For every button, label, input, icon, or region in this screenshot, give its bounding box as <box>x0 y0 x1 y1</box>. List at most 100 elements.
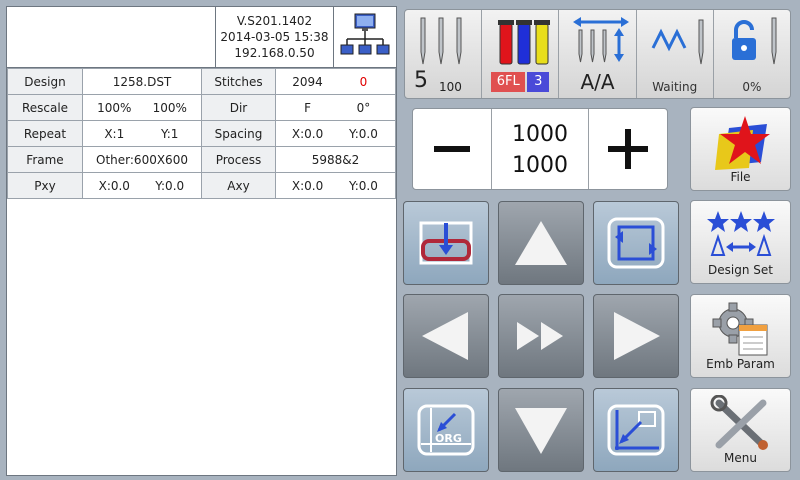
info-panel: V.S201.1402 2014-03-05 15:38 192.168.0.5… <box>6 6 397 476</box>
datetime-text: 2014-03-05 15:38 <box>220 30 329 44</box>
tools-icon <box>710 395 768 450</box>
axy-x: X:0.0 <box>291 178 324 193</box>
axy-label: Axy <box>201 172 276 199</box>
right-button[interactable] <box>593 294 679 378</box>
frame-move-icon <box>419 221 473 265</box>
needle-status[interactable]: 5 100 <box>405 10 483 98</box>
counter-control: 1000 1000 <box>412 108 668 190</box>
rescale-x: 100% <box>97 100 132 115</box>
stitches-cell: 2094 0 <box>275 68 396 95</box>
speed-button[interactable] <box>498 294 584 378</box>
process-value: 5988&2 <box>275 146 396 173</box>
counter-values: 1000 1000 <box>493 119 587 181</box>
axy-y: Y:0.0 <box>349 178 378 193</box>
menu-button[interactable]: Menu <box>690 388 791 472</box>
file-star-icon <box>714 116 770 170</box>
machine-state[interactable]: Waiting <box>637 10 714 98</box>
start-point-icon <box>607 404 665 456</box>
design-preview-area[interactable] <box>7 200 396 475</box>
color-code-badge: 6FL <box>491 72 526 92</box>
color-index-badge: 3 <box>527 72 550 92</box>
counter-value-top: 1000 <box>512 122 568 147</box>
spacing-x: X:0.0 <box>291 126 324 141</box>
spacing-label: Spacing <box>201 120 276 147</box>
frame-down-button[interactable] <box>403 201 489 285</box>
axy-cell: X:0.0 Y:0.0 <box>275 172 396 199</box>
design-value: 1258.DST <box>82 68 202 95</box>
design-set-button[interactable]: Design Set <box>690 200 791 284</box>
decrement-button[interactable] <box>413 109 492 189</box>
minus-icon <box>434 146 470 152</box>
table-row: Frame Other:600X600 Process 5988&2 <box>7 146 396 173</box>
header-blank <box>7 7 216 68</box>
menu-label: Menu <box>724 451 757 465</box>
stitches-extra: 0 <box>359 74 368 89</box>
emb-param-button[interactable]: Emb Param <box>690 294 791 378</box>
gear-settings-icon <box>712 302 767 356</box>
zigzag-stitch-icon <box>651 19 704 65</box>
design-set-label: Design Set <box>708 263 773 277</box>
needle-shift-icon <box>573 17 630 63</box>
color-status[interactable]: 6FL 3 <box>482 10 560 98</box>
table-row: Design 1258.DST Stitches 2094 0 <box>7 68 396 95</box>
emb-param-label: Emb Param <box>706 357 775 371</box>
pxy-x: X:0.0 <box>98 178 130 193</box>
state-text: Waiting <box>652 80 698 94</box>
process-label: Process <box>201 146 276 173</box>
trace-outline-icon <box>607 217 665 269</box>
spacing-cell: X:0.0 Y:0.0 <box>275 120 396 147</box>
frame-value: Other:600X600 <box>82 146 202 173</box>
pxy-y: Y:0.0 <box>155 178 185 193</box>
arrow-up-icon <box>515 221 567 265</box>
repeat-label: Repeat <box>7 120 83 147</box>
thread-spools-icon <box>498 20 551 65</box>
repeat-y: Y:1 <box>161 126 179 141</box>
arrow-right-icon <box>614 312 660 360</box>
network-icon <box>340 13 390 55</box>
pxy-cell: X:0.0 Y:0.0 <box>82 172 202 199</box>
progress-status[interactable]: 0% <box>714 10 790 98</box>
origin-icon: ORG <box>417 404 475 456</box>
file-button[interactable]: File <box>690 107 791 191</box>
needles-icon <box>420 17 462 65</box>
counter-value-bottom: 1000 <box>512 153 568 178</box>
mode-status[interactable]: A/A <box>559 10 637 98</box>
table-row: Repeat X:1 Y:1 Spacing X:0.0 Y:0.0 <box>7 120 396 147</box>
unlock-icon <box>731 17 777 65</box>
version-box: V.S201.1402 2014-03-05 15:38 192.168.0.5… <box>216 7 334 68</box>
needle-number: 5 <box>414 68 428 93</box>
frame-label: Frame <box>7 146 83 173</box>
arrow-down-icon <box>515 408 567 454</box>
dir-value: F <box>304 100 311 115</box>
arrow-left-icon <box>422 312 468 360</box>
mode-value: A/A <box>580 70 615 94</box>
design-label: Design <box>7 68 83 95</box>
repeat-x: X:1 <box>104 126 125 141</box>
table-row: Pxy X:0.0 Y:0.0 Axy X:0.0 Y:0.0 <box>7 172 396 199</box>
repeat-cell: X:1 Y:1 <box>82 120 202 147</box>
rescale-cell: 100% 100% <box>82 94 202 121</box>
trace-button[interactable] <box>593 201 679 285</box>
ip-text: 192.168.0.50 <box>234 46 315 60</box>
down-button[interactable] <box>498 388 584 472</box>
spacing-y: Y:0.0 <box>349 126 378 141</box>
left-button[interactable] <box>403 294 489 378</box>
status-bar: 5 100 6FL 3 A/A Waiting 0% <box>404 9 791 99</box>
design-set-icon <box>706 211 775 256</box>
file-label: File <box>730 170 751 184</box>
version-text: V.S201.1402 <box>236 14 313 28</box>
dir-label: Dir <box>201 94 276 121</box>
up-button[interactable] <box>498 201 584 285</box>
svg-text:ORG: ORG <box>435 432 462 445</box>
dir-angle: 0° <box>356 100 371 115</box>
network-status[interactable] <box>334 7 396 68</box>
rescale-y: 100% <box>152 100 187 115</box>
plus-icon <box>608 129 648 169</box>
origin-button[interactable]: ORG <box>403 388 489 472</box>
increment-button[interactable] <box>588 109 667 189</box>
fast-forward-icon <box>517 322 563 350</box>
progress-text: 0% <box>742 80 762 94</box>
dir-cell: F 0° <box>275 94 396 121</box>
start-point-button[interactable] <box>593 388 679 472</box>
pxy-label: Pxy <box>7 172 83 199</box>
